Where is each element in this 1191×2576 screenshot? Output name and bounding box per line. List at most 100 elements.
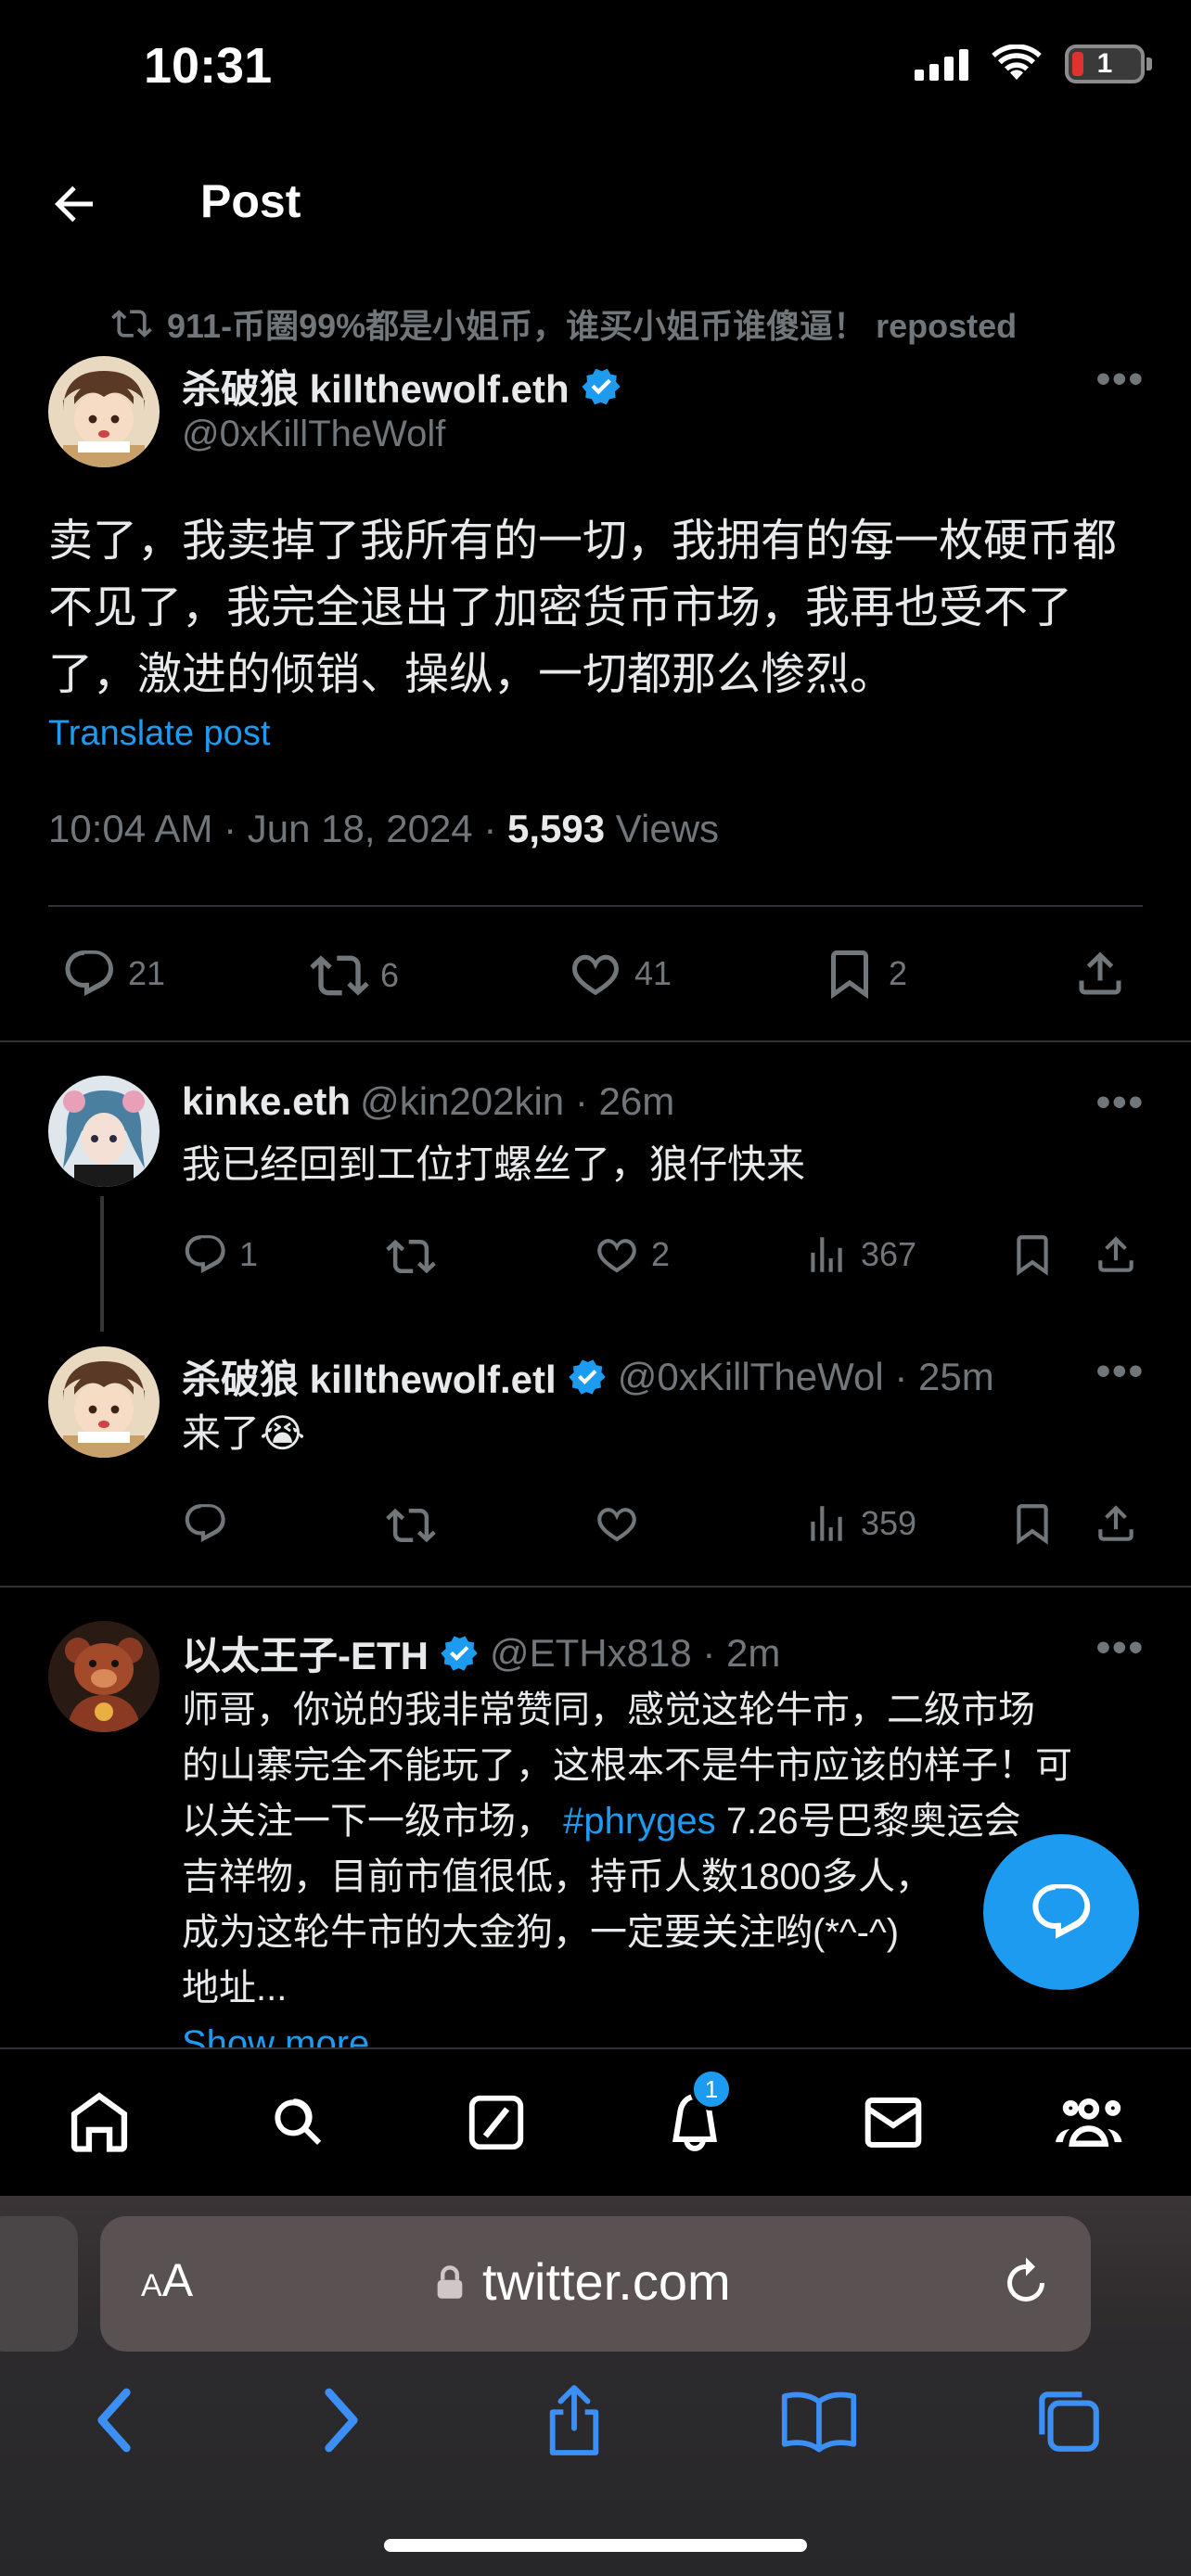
battery-indicator: 1	[1065, 45, 1152, 83]
author-row[interactable]: 杀破狼 killthewolf.eth	[182, 358, 623, 414]
lock-icon	[437, 2264, 463, 2299]
reply-author-row[interactable]: 杀破狼 killthewolf.etl @0xKillTheWol · 25m	[182, 1348, 994, 1405]
reply-author-name: kinke.eth	[182, 1079, 352, 1123]
aa-small: A	[141, 2268, 162, 2303]
previous-tab-peek[interactable]	[0, 2216, 78, 2352]
share-button[interactable]	[1093, 1231, 1139, 1278]
bookmark-icon	[1017, 1235, 1048, 1276]
tab-messages[interactable]	[852, 2081, 935, 2164]
repost-context[interactable]: 911-币圈99%都是小姐币，谁买小姐币谁傻逼！ reposted	[111, 300, 1017, 348]
bookmark-button[interactable]	[1009, 1500, 1056, 1547]
divider	[0, 1586, 1191, 1588]
share-button[interactable]	[1093, 1500, 1139, 1547]
tabs-icon[interactable]	[1031, 2383, 1105, 2457]
reply-author-name: 以太王子-ETH	[182, 1634, 429, 1677]
repost-icon	[310, 955, 369, 996]
more-icon[interactable]: •••	[1096, 1079, 1145, 1126]
verified-icon	[441, 1635, 478, 1671]
post-text: 卖了，我卖掉了我所有的一切，我拥有的每一枚硬币都不见了，我完全退出了加密货币市场…	[48, 516, 1118, 699]
views-count: 359	[861, 1504, 917, 1542]
tab-search[interactable]	[256, 2081, 339, 2164]
domain-text: twitter.com	[482, 2252, 731, 2311]
repost-count: 6	[380, 956, 400, 994]
grok-icon	[468, 2095, 524, 2150]
views-button[interactable]: 367	[803, 1231, 916, 1278]
avatar-anime-girl-image	[48, 1346, 160, 1458]
reply-button[interactable]: 21	[61, 946, 165, 1001]
communities-icon	[1056, 2098, 1122, 2147]
more-icon[interactable]: •••	[1096, 1625, 1145, 1671]
avatar[interactable]	[48, 356, 160, 467]
bookmarks-icon[interactable]	[779, 2388, 859, 2453]
repost-button[interactable]: 6	[310, 946, 399, 1005]
post-timestamp: 10:04 AM · Jun 18, 2024 ·	[48, 807, 507, 850]
translate-post-link[interactable]: Translate post	[48, 714, 270, 754]
show-more-link[interactable]: Show more	[182, 2016, 1146, 2047]
like-count: 2	[651, 1235, 671, 1273]
views-count: 367	[861, 1235, 917, 1273]
like-button[interactable]: 41	[568, 946, 672, 1001]
like-icon	[597, 1508, 636, 1542]
tab-grok[interactable]	[455, 2081, 538, 2164]
bookmark-button[interactable]	[1009, 1231, 1056, 1278]
avatar[interactable]	[48, 1346, 160, 1458]
avatar[interactable]	[48, 1621, 160, 1732]
share-icon	[1098, 1236, 1133, 1272]
reply-author-row[interactable]: kinke.eth @kin202kin · 26m	[182, 1079, 674, 1124]
home-indicator[interactable]	[384, 2539, 807, 2552]
bookmark-icon	[1017, 1504, 1048, 1545]
forward-icon[interactable]	[314, 2383, 369, 2457]
browser-nav-bar	[0, 2374, 1191, 2467]
bookmark-button[interactable]: 2	[822, 946, 907, 1001]
like-button[interactable]	[594, 1500, 640, 1547]
views-icon	[811, 1506, 842, 1541]
like-icon	[597, 1239, 636, 1273]
reply-author-meta: @ETHx818 · 2m	[490, 1630, 781, 1675]
share-button[interactable]	[1072, 946, 1128, 1001]
like-button[interactable]: 2	[594, 1231, 670, 1278]
views-label: Views	[605, 807, 720, 850]
reader-settings-button[interactable]: AA	[141, 2253, 193, 2307]
reply-button[interactable]	[182, 1500, 228, 1547]
messages-icon	[864, 2098, 922, 2148]
tab-notifications[interactable]: 1	[653, 2068, 736, 2164]
like-icon	[572, 954, 619, 996]
more-icon[interactable]: •••	[1096, 1348, 1145, 1395]
repost-button[interactable]	[386, 1231, 436, 1282]
hashtag-link[interactable]: #phryges	[563, 1801, 716, 1842]
reply-count: 1	[239, 1235, 259, 1273]
compose-reply-button[interactable]	[983, 1834, 1139, 1990]
reply-line: 7.26号巴黎奥运会	[725, 1801, 1021, 1842]
avatar[interactable]	[48, 1076, 160, 1187]
search-icon	[275, 2098, 322, 2145]
home-icon	[70, 2092, 128, 2152]
verified-icon	[582, 368, 621, 404]
share-icon[interactable]	[542, 2380, 607, 2460]
tab-home[interactable]	[58, 2081, 141, 2164]
views-button[interactable]: 359	[803, 1500, 916, 1547]
reply-text: 我已经回到工位打螺丝了，狼仔快来	[182, 1142, 806, 1186]
address-bar[interactable]: AA twitter.com	[100, 2216, 1091, 2352]
more-icon[interactable]: •••	[1096, 356, 1145, 402]
status-time: 10:31	[144, 38, 273, 94]
reply-author-meta: @0xKillTheWol · 25m	[617, 1354, 994, 1398]
url-display[interactable]: twitter.com	[434, 2251, 731, 2312]
repost-text: 911-币圈99%都是小姐币，谁买小姐币谁傻逼！ reposted	[167, 307, 1018, 345]
reply-line: 的山寨完全不能玩了，这根本不是牛市应该的样子！可	[182, 1745, 1072, 1786]
reply-author-row[interactable]: 以太王子-ETH @ETHx818 · 2m	[182, 1625, 780, 1681]
back-icon[interactable]	[86, 2383, 142, 2457]
author-name: 杀破狼 killthewolf.eth	[182, 367, 570, 411]
back-arrow-icon[interactable]	[46, 176, 102, 232]
tab-communities[interactable]	[1050, 2081, 1133, 2164]
page-title: Post	[200, 175, 301, 227]
divider	[0, 1040, 1191, 1042]
reply-icon	[185, 1235, 225, 1273]
bottom-tab-bar: 1	[0, 2047, 1191, 2196]
reply-button[interactable]: 1	[182, 1231, 258, 1278]
reply-author-meta: @kin202kin · 26m	[360, 1079, 675, 1123]
thread-line	[100, 1196, 104, 1332]
reply-count: 21	[128, 954, 166, 992]
repost-button[interactable]	[386, 1500, 436, 1550]
reload-icon[interactable]	[998, 2253, 1054, 2313]
author-handle[interactable]: @0xKillTheWolf	[182, 414, 445, 455]
